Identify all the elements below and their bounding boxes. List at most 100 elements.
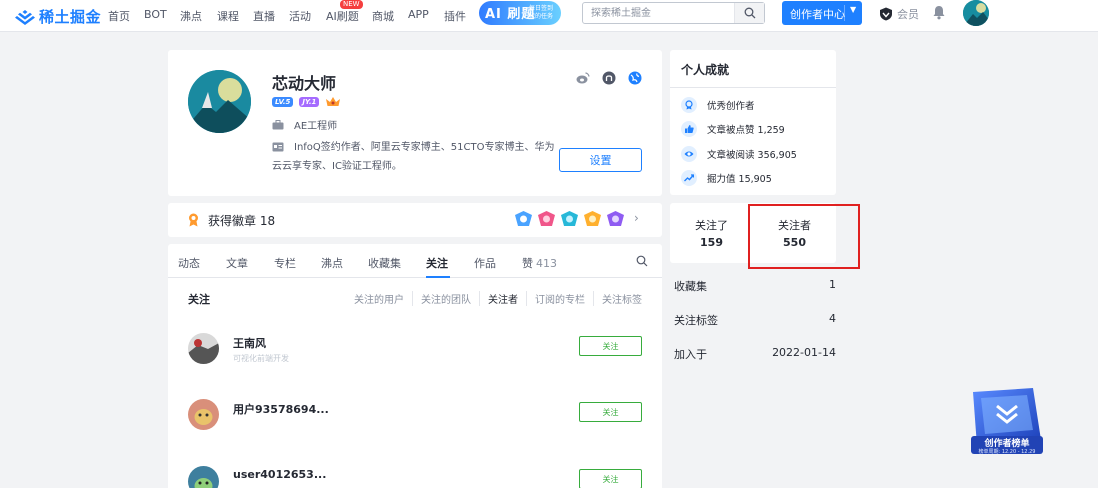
search-icon[interactable] (636, 255, 648, 267)
juejin-logo-icon (15, 9, 35, 25)
follower-avatar-image (188, 399, 219, 430)
rank-widget-subtitle: 榜单周期: 12.20 - 12.29 (978, 449, 1036, 455)
level-badge[interactable]: LV.5 (272, 96, 294, 107)
achievement-text: 文章被阅读 356,905 (707, 150, 797, 161)
creator-center-label: 创作者中心 (790, 8, 845, 21)
job-title: AE工程师 (294, 121, 338, 132)
subtab-followers[interactable]: 关注者 (479, 291, 526, 306)
logo-text: 稀土掘金 (39, 8, 102, 26)
list-item[interactable]: 王南风 可视化前端开发 关注 (188, 333, 642, 379)
vip-link[interactable]: 会员 (879, 6, 919, 22)
chevron-right-icon[interactable]: › (634, 211, 639, 225)
tab-works[interactable]: 作品 (474, 255, 496, 271)
list-item[interactable]: user4012653... 关注 (188, 466, 642, 488)
search-input[interactable] (591, 6, 731, 21)
tab-collections[interactable]: 收藏集 (368, 255, 401, 271)
subtab-subscribed-columns[interactable]: 订阅的专栏 (526, 291, 593, 306)
medal-cyan-icon (561, 211, 578, 226)
job-row: AE工程师 (272, 117, 337, 132)
meta-row-collections: 收藏集 1 (674, 278, 836, 294)
tab-pins[interactable]: 沸点 (321, 255, 343, 271)
achievement-row: 文章被点赞 1,259 (681, 121, 785, 137)
social-links (576, 71, 642, 85)
search-button[interactable] (734, 3, 764, 23)
github-icon[interactable] (602, 71, 616, 85)
search-box (582, 2, 765, 24)
notification-bell-icon[interactable] (932, 5, 946, 24)
ai-banner-subtitle: 每日签到 我的任务 (529, 5, 554, 20)
achievement-text: 优秀创作者 (707, 101, 755, 112)
top-nav-bar: 稀土掘金 首页 BOT 沸点 课程 直播 活动 AI刷题 NEW 商城 APP … (0, 0, 1098, 32)
nav-plugins[interactable]: 插件 (444, 8, 466, 24)
achievement-text: 掘力值 15,905 (707, 174, 772, 185)
medal-gold-icon (584, 211, 601, 226)
juejin-logo[interactable]: 稀土掘金 (15, 6, 101, 27)
creator-center-button[interactable]: 创作者中心 ▼ (782, 1, 862, 25)
tab-articles[interactable]: 文章 (226, 255, 248, 271)
briefcase-icon (272, 119, 284, 129)
profile-content-card: 动态 文章 专栏 沸点 收藏集 关注 作品 赞 413 关注 关注的用户 关注的团… (168, 244, 662, 488)
vip-label: 会员 (897, 8, 919, 21)
search-icon (744, 7, 755, 19)
meta-label: 加入于 (674, 348, 707, 361)
nav-courses[interactable]: 课程 (217, 8, 239, 24)
tab-likes-count: 413 (536, 257, 557, 270)
list-item[interactable]: 用户93578694... 关注 (188, 399, 642, 445)
globe-icon[interactable] (628, 71, 642, 85)
badges-earned-card[interactable]: 获得徽章 18 › (168, 203, 662, 237)
nav-live[interactable]: 直播 (253, 8, 275, 24)
achievement-row: 文章被阅读 356,905 (681, 146, 797, 162)
follow-button[interactable]: 关注 (579, 469, 642, 488)
user-avatar[interactable] (963, 0, 989, 26)
follower-desc: 可视化前端开发 (233, 354, 289, 363)
weibo-icon[interactable] (576, 71, 590, 85)
follower-name[interactable]: 用户93578694... (233, 401, 329, 417)
tab-following[interactable]: 关注 (426, 255, 448, 271)
follow-button[interactable]: 关注 (579, 402, 642, 422)
achievement-row: 优秀创作者 (681, 97, 755, 113)
profile-avatar-image (188, 70, 251, 133)
medal-list (514, 210, 625, 228)
caret-down-icon[interactable]: ▼ (850, 5, 856, 14)
settings-button[interactable]: 设置 (559, 148, 642, 172)
follower-avatar[interactable] (188, 333, 219, 364)
nav-ai-practice[interactable]: AI刷题 (326, 8, 359, 24)
trend-icon (681, 170, 697, 186)
nav-events[interactable]: 活动 (289, 8, 311, 24)
meta-row-followed-tags: 关注标签 4 (674, 312, 836, 328)
jy-badge[interactable]: JY.1 (299, 96, 320, 107)
medal-pink-icon (538, 211, 555, 226)
profile-tabs: 动态 文章 专栏 沸点 收藏集 关注 作品 赞 413 (168, 244, 662, 278)
follow-section-title: 关注 (188, 293, 210, 306)
follower-avatar[interactable] (188, 399, 219, 430)
nav-bot[interactable]: BOT (144, 8, 167, 21)
subtab-followed-tags[interactable]: 关注标签 (593, 291, 642, 306)
tab-likes-label: 赞 (522, 257, 533, 270)
following-stat[interactable]: 关注了 159 (670, 217, 753, 249)
crown-badge-icon[interactable] (325, 96, 341, 107)
nav-pins[interactable]: 沸点 (180, 8, 202, 24)
thumb-up-icon (681, 121, 697, 137)
follower-name[interactable]: user4012653... (233, 468, 326, 481)
tab-likes[interactable]: 赞 413 (522, 255, 557, 271)
meta-label: 关注标签 (674, 314, 718, 327)
creator-ranking-widget[interactable]: 创作者榜单 榜单周期: 12.20 - 12.29 (967, 386, 1045, 458)
follower-avatar[interactable] (188, 466, 219, 488)
subtab-followed-users[interactable]: 关注的用户 (346, 291, 412, 306)
active-tab-indicator (426, 276, 450, 278)
profile-card: 芯动大师 LV.5 JY.1 AE工程师 InfoQ签约作者、阿里云专家博主、5… (168, 50, 662, 196)
medal-blue-icon (515, 211, 532, 226)
tab-columns[interactable]: 专栏 (274, 255, 296, 271)
subtab-followed-teams[interactable]: 关注的团队 (412, 291, 479, 306)
profile-badges: LV.5 JY.1 (272, 96, 341, 107)
follower-name[interactable]: 王南风 (233, 335, 266, 351)
nav-home[interactable]: 首页 (108, 8, 130, 24)
achievement-text: 文章被点赞 1,259 (707, 125, 785, 136)
profile-name: 芯动大师 (272, 74, 337, 93)
follow-button[interactable]: 关注 (579, 336, 642, 356)
nav-mall[interactable]: 商城 (372, 8, 394, 24)
profile-avatar[interactable] (188, 70, 251, 133)
ai-practice-banner[interactable]: AI 刷题 每日签到 我的任务 (479, 1, 561, 25)
nav-app[interactable]: APP (408, 8, 429, 21)
tab-activity[interactable]: 动态 (178, 255, 200, 271)
